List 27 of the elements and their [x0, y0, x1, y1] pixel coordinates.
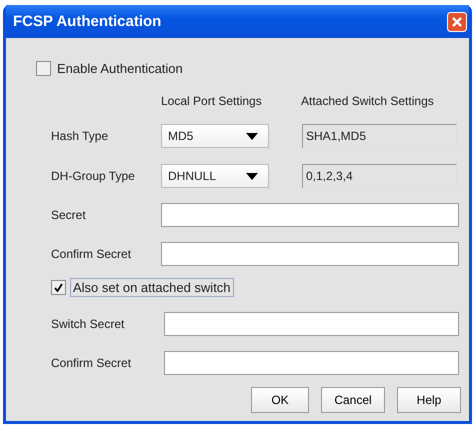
password-field[interactable]: [161, 203, 459, 227]
close-icon[interactable]: [447, 12, 467, 32]
readonly-field: 0,1,2,3,4: [302, 164, 457, 188]
column-header: Local Port Settings: [161, 94, 263, 108]
dropdown[interactable]: DHNULL: [161, 164, 269, 188]
password-field[interactable]: [164, 312, 459, 336]
field-label: Secret: [51, 208, 87, 222]
caret-icon: [246, 172, 258, 180]
checkbox-label: Also set on attached switch: [70, 278, 234, 297]
field-label: Confirm Secret: [51, 356, 132, 370]
password-field[interactable]: [164, 351, 459, 375]
column-header: Attached Switch Settings: [301, 94, 434, 108]
window-title: FCSP Authentication: [13, 13, 162, 30]
dropdown[interactable]: MD5: [161, 124, 269, 148]
readonly-field: SHA1,MD5: [302, 124, 457, 148]
caret-icon: [246, 132, 258, 140]
checkbox[interactable]: [51, 280, 66, 295]
field-label: Hash Type: [51, 129, 110, 143]
checkbox[interactable]: [36, 61, 51, 76]
field-label: DH-Group Type: [51, 169, 136, 183]
dialog-button[interactable]: OK: [251, 387, 309, 413]
dialog-button[interactable]: Help: [397, 387, 461, 413]
password-field[interactable]: [161, 242, 459, 266]
field-label: Confirm Secret: [51, 247, 132, 261]
field-label: Switch Secret: [51, 317, 126, 331]
dialog-button[interactable]: Cancel: [321, 387, 385, 413]
checkbox-label: Enable Authentication: [56, 60, 184, 77]
